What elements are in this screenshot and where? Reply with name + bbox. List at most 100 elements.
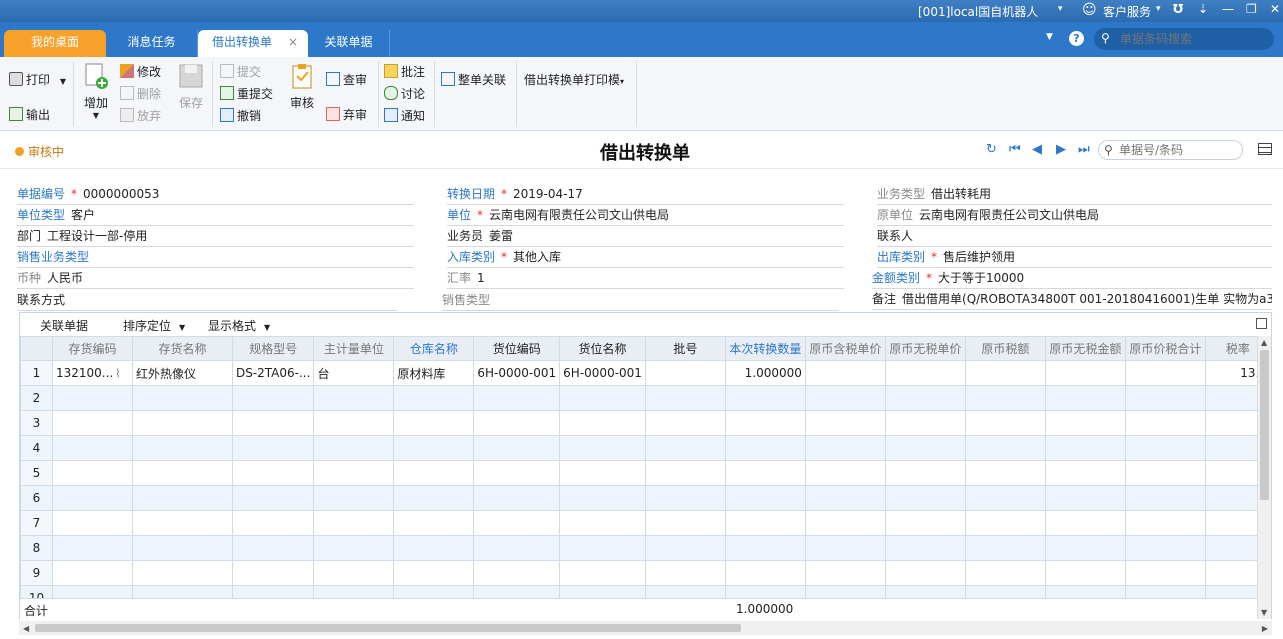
table-cell[interactable] — [804, 385, 886, 411]
table-cell[interactable] — [964, 410, 1046, 436]
field-in-type[interactable]: 入库类别 * 其他入库 — [447, 248, 844, 268]
resubmit-button[interactable]: 重提交 — [220, 85, 273, 102]
audit-button[interactable]: 审核 — [286, 62, 318, 111]
chevron-down-icon[interactable]: ▼ — [1046, 32, 1053, 42]
close-icon[interactable]: ✕ — [1270, 2, 1280, 16]
table-row[interactable]: 8 — [20, 535, 1272, 561]
table-cell[interactable] — [393, 435, 475, 461]
restore-icon[interactable]: ❐ — [1246, 2, 1257, 16]
print-button[interactable]: 打印 ▼ — [9, 71, 66, 88]
column-header[interactable]: 原币无税金额 — [1044, 336, 1126, 361]
chevron-down-icon[interactable]: ▾ — [620, 77, 624, 86]
table-cell[interactable] — [1044, 485, 1126, 511]
table-cell[interactable]: 132100... ⌇ — [51, 360, 133, 386]
table-cell[interactable] — [559, 485, 646, 511]
field-currency[interactable]: 币种 人民币 — [17, 269, 414, 289]
table-cell[interactable] — [724, 435, 806, 461]
column-header[interactable]: 主计量单位 — [313, 336, 395, 361]
scroll-left-icon[interactable]: ◀ — [23, 624, 29, 633]
table-cell[interactable] — [884, 535, 966, 561]
table-cell[interactable] — [1044, 560, 1126, 586]
tab-my-desktop[interactable]: 我的桌面 — [4, 30, 106, 57]
table-cell[interactable] — [559, 535, 646, 561]
table-cell[interactable] — [313, 410, 395, 436]
table-row[interactable]: 3 — [20, 410, 1272, 436]
table-cell[interactable] — [231, 385, 315, 411]
notify-button[interactable]: 通知 — [384, 107, 425, 124]
column-header[interactable]: 规格型号 — [231, 336, 315, 361]
field-amount-type[interactable]: 金额类别 * 大于等于10000 — [872, 269, 1272, 289]
table-cell[interactable] — [1124, 435, 1206, 461]
discard-button[interactable]: 放弃 — [120, 107, 161, 124]
table-cell[interactable] — [231, 510, 315, 536]
grid-sort-button[interactable]: 排序定位 ▼ — [123, 317, 185, 334]
table-row[interactable]: 1 132100... ⌇ 红外热像仪 DS-2TA06-... 台原材料库 6H-0000… — [20, 360, 1272, 386]
column-header[interactable]: 原币价税合计 — [1124, 336, 1206, 361]
column-header[interactable]: 原币税额 — [964, 336, 1046, 361]
table-row[interactable]: 2 — [20, 385, 1272, 411]
next-record-icon[interactable]: ▶ — [1056, 142, 1066, 157]
table-cell[interactable] — [1044, 360, 1126, 386]
discuss-button[interactable]: 讨论 — [384, 85, 425, 102]
table-cell[interactable] — [559, 410, 646, 436]
table-cell[interactable] — [1124, 385, 1206, 411]
field-rate[interactable]: 汇率 1 — [447, 269, 844, 289]
field-orig-unit[interactable]: 原单位 云南电网有限责任公司文山供电局 — [877, 206, 1272, 226]
column-header[interactable]: 货位名称 — [559, 336, 646, 361]
field-dept[interactable]: 部门 工程设计一部-停用 — [17, 227, 414, 247]
table-cell[interactable] — [964, 385, 1046, 411]
table-cell[interactable] — [1124, 460, 1206, 486]
table-cell[interactable] — [231, 485, 315, 511]
table-cell[interactable] — [1124, 410, 1206, 436]
link-all-button[interactable]: 整单关联 — [441, 71, 506, 88]
revoke-button[interactable]: 撤销 — [220, 107, 261, 124]
table-row[interactable]: 9 — [20, 560, 1272, 586]
table-cell[interactable]: 红外热像仪 — [131, 360, 233, 386]
table-cell[interactable] — [804, 560, 886, 586]
last-record-icon[interactable]: ⏭ — [1078, 142, 1090, 157]
table-cell[interactable] — [473, 410, 561, 436]
field-unit[interactable]: 单位 * 云南电网有限责任公司文山供电局 — [447, 206, 844, 226]
table-cell[interactable] — [1124, 535, 1206, 561]
field-remark[interactable]: 备注 借出借用单(Q/ROBOTA34800T 001-20180416001)生… — [872, 290, 1272, 310]
table-cell[interactable] — [51, 410, 133, 436]
export-button[interactable]: 输出 — [9, 106, 50, 123]
table-cell[interactable]: 台 — [313, 360, 395, 386]
expand-icon[interactable] — [1256, 318, 1267, 329]
barcode-search-input[interactable] — [1094, 28, 1274, 50]
table-cell[interactable] — [131, 385, 233, 411]
table-cell[interactable] — [964, 460, 1046, 486]
field-date[interactable]: 转换日期 * 2019-04-17 — [447, 185, 844, 205]
table-cell[interactable] — [804, 410, 886, 436]
field-sales-type[interactable]: 销售业务类型 — [17, 248, 414, 268]
table-cell[interactable] — [964, 435, 1046, 461]
scroll-down-icon[interactable]: ▼ — [1261, 608, 1267, 617]
table-cell[interactable] — [1124, 485, 1206, 511]
grid-related-docs-button[interactable]: 关联单据 — [40, 317, 88, 334]
table-cell[interactable] — [724, 535, 806, 561]
table-cell[interactable] — [804, 435, 886, 461]
table-cell[interactable] — [231, 560, 315, 586]
table-cell[interactable] — [884, 510, 966, 536]
table-cell[interactable]: 6H-0000-001 — [559, 360, 646, 386]
table-cell[interactable] — [393, 535, 475, 561]
table-cell[interactable] — [884, 485, 966, 511]
table-cell[interactable] — [131, 410, 233, 436]
table-cell[interactable] — [1124, 560, 1206, 586]
u-icon[interactable]: Ʊ — [1173, 2, 1183, 16]
annotate-button[interactable]: 批注 — [384, 63, 425, 80]
field-doc-no[interactable]: 单据编号 * 0000000053 — [17, 185, 414, 205]
table-cell[interactable] — [804, 360, 886, 386]
table-cell[interactable] — [51, 435, 133, 461]
table-cell[interactable] — [313, 460, 395, 486]
table-cell[interactable]: DS-2TA06-... — [231, 360, 315, 386]
table-cell[interactable] — [1044, 535, 1126, 561]
table-cell[interactable] — [51, 460, 133, 486]
chevron-down-icon[interactable]: ▾ — [1058, 4, 1063, 14]
table-cell[interactable] — [644, 385, 726, 411]
table-cell[interactable] — [964, 485, 1046, 511]
table-cell[interactable] — [559, 460, 646, 486]
column-header[interactable]: 批号 — [644, 336, 726, 361]
table-cell[interactable] — [313, 510, 395, 536]
table-cell[interactable] — [51, 385, 133, 411]
